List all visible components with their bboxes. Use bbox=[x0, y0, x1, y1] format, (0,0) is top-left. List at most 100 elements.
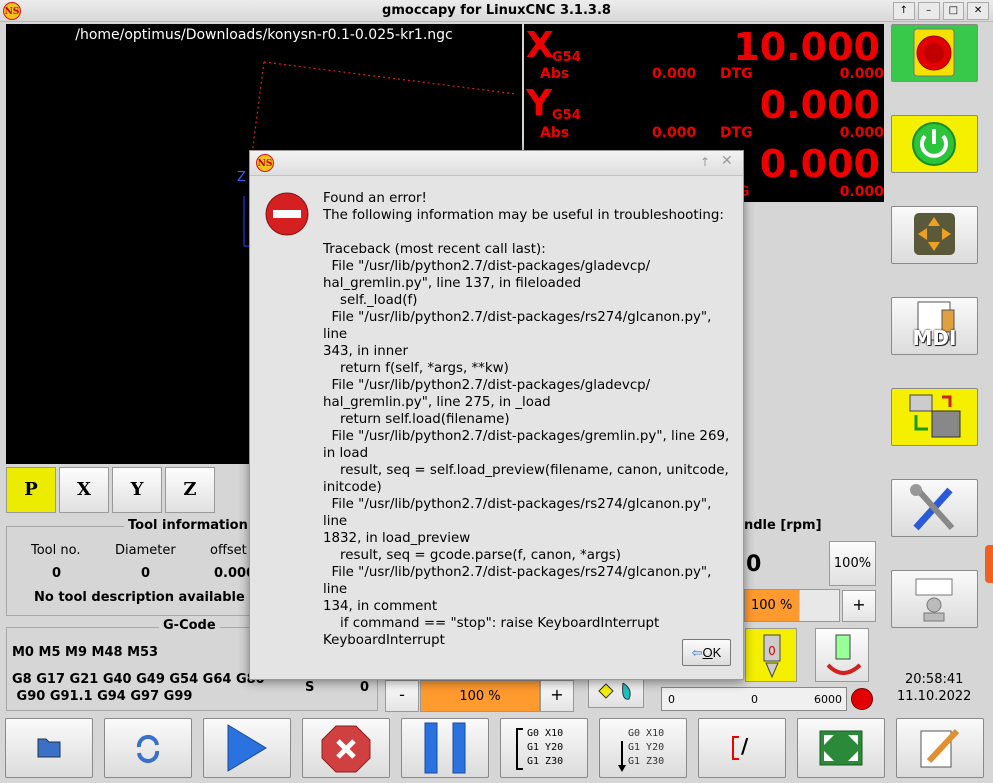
close-icon[interactable]: ✕ bbox=[967, 2, 989, 20]
spindle-s-label: S bbox=[305, 680, 315, 695]
machine-power-button[interactable] bbox=[891, 115, 978, 173]
dialog-close-icon[interactable]: ✕ bbox=[721, 153, 733, 169]
keep-above-icon[interactable]: ↑ bbox=[893, 2, 915, 20]
gcode-title: G-Code bbox=[159, 618, 220, 633]
title-bar: NS gmoccapy for LinuxCNC 3.1.3.8 bbox=[0, 0, 993, 22]
dro-x-value: 10.000 bbox=[733, 25, 880, 69]
spindle-forward-button[interactable]: 0 bbox=[745, 628, 797, 682]
pause-program-button[interactable] bbox=[401, 718, 489, 778]
tool-description: No tool description available bbox=[34, 590, 245, 605]
view-x-button[interactable]: X bbox=[59, 467, 109, 513]
error-dialog: NS ↑ ✕ Found an error! The following inf… bbox=[249, 150, 744, 680]
tool-no-value: 0 bbox=[52, 566, 62, 581]
feed-override-bar[interactable]: 100 % bbox=[420, 680, 540, 712]
skip-line-slash: / bbox=[741, 734, 749, 758]
open-file-button[interactable] bbox=[5, 718, 93, 778]
dro-y-dtg-label: DTG bbox=[720, 125, 753, 141]
view-z-button[interactable]: Z bbox=[165, 467, 215, 513]
stop-program-button[interactable] bbox=[302, 718, 390, 778]
dro-y-dtg-value: 0.000 bbox=[839, 125, 884, 141]
mdi-label: MDI bbox=[912, 326, 957, 350]
feed-plus-button[interactable]: + bbox=[540, 680, 574, 712]
coolant-icon bbox=[598, 682, 631, 700]
dialog-title-bar: NS ↑ ✕ bbox=[250, 151, 743, 176]
estop-icon bbox=[913, 28, 955, 77]
offset-header: offset bbox=[210, 543, 247, 558]
dro-x-letter: X bbox=[526, 25, 554, 66]
run-program-button[interactable] bbox=[203, 718, 291, 778]
jog-arrows-icon bbox=[914, 213, 955, 255]
clock-date: 11.10.2022 bbox=[897, 689, 972, 704]
spindle-title: ndle [rpm] bbox=[744, 518, 822, 533]
spindle-ccw-icon bbox=[826, 634, 862, 675]
minimize-icon[interactable]: – bbox=[917, 2, 940, 20]
view-p-button[interactable]: P bbox=[6, 467, 56, 513]
run-from-line-arrow-icon bbox=[618, 741, 626, 772]
stop-icon bbox=[321, 725, 371, 773]
dro-x-coord: G54 bbox=[552, 50, 581, 65]
maximize-icon[interactable]: □ bbox=[942, 2, 965, 20]
spindle-speed-bar: 0 0 6000 bbox=[661, 687, 847, 711]
window-controls: ↑ – □ ✕ bbox=[893, 2, 989, 20]
reload-file-button[interactable] bbox=[104, 718, 192, 778]
dro-x-dtg-value: 0.000 bbox=[839, 66, 884, 82]
svg-text:0: 0 bbox=[768, 644, 776, 658]
dro-z-dtg-value: 0.000 bbox=[839, 184, 884, 200]
spindle-100-button[interactable]: 100% bbox=[829, 541, 876, 586]
ok-label-rest: K bbox=[712, 644, 722, 660]
diameter-header: Diameter bbox=[115, 543, 176, 558]
spindle-bar-min: 0 bbox=[668, 693, 675, 706]
gcode-mcodes: M0 M5 M9 M48 M53 bbox=[12, 645, 159, 660]
dialog-logo: NS bbox=[256, 154, 274, 172]
spindle-override-text: 100 % bbox=[751, 598, 793, 613]
emergency-stop-button[interactable] bbox=[891, 24, 978, 82]
dro-z-value: 0.000 bbox=[759, 142, 880, 186]
error-message: Found an error! The following informatio… bbox=[323, 191, 730, 648]
spindle-reverse-button[interactable] bbox=[815, 628, 869, 682]
spindle-bar-max: 6000 bbox=[814, 693, 842, 706]
step-mode-button[interactable]: G0 X10 G1 Y20 G1 Z30 bbox=[500, 718, 588, 778]
fullscreen-icon bbox=[819, 730, 863, 766]
dro-y-abs-label: Abs bbox=[540, 125, 570, 141]
spindle-override-bar[interactable]: 100 % bbox=[744, 589, 840, 622]
tool-no-header: Tool no. bbox=[31, 543, 81, 558]
view-y-button[interactable]: Y bbox=[112, 467, 162, 513]
dro-y-abs-value: 0.000 bbox=[652, 125, 697, 141]
dro-y-letter: Y bbox=[526, 83, 553, 124]
folder-icon bbox=[37, 738, 61, 758]
window-title: gmoccapy for LinuxCNC 3.1.3.8 bbox=[382, 3, 611, 18]
gcode-gcodes-line1: G8 G17 G21 G40 G49 G54 G64 G80 bbox=[12, 672, 265, 687]
dro-x-dtg-label: DTG bbox=[720, 66, 753, 82]
dialog-keep-above-icon[interactable]: ↑ bbox=[700, 155, 710, 169]
spindle-at-speed-led bbox=[851, 688, 873, 710]
ok-button[interactable]: ⇦OK bbox=[682, 639, 731, 666]
auto-mode-button[interactable] bbox=[891, 388, 978, 446]
settings-button[interactable] bbox=[891, 479, 978, 537]
play-icon bbox=[227, 724, 267, 772]
gcode-abs-text: G0 X10 G1 Y20 G1 Z30 bbox=[527, 728, 564, 767]
tools-icon bbox=[910, 484, 955, 531]
feed-minus-button[interactable]: - bbox=[385, 680, 419, 712]
user-tabs-button[interactable] bbox=[891, 570, 978, 628]
mdi-mode-button[interactable]: MDI bbox=[891, 297, 978, 355]
error-icon bbox=[265, 192, 309, 236]
dro-x-abs-value: 0.000 bbox=[652, 66, 697, 82]
spindle-plus-button[interactable]: + bbox=[842, 590, 876, 622]
ok-mnemonic: O bbox=[702, 644, 713, 660]
tool-info-title: Tool information bbox=[124, 518, 252, 533]
power-icon bbox=[912, 122, 956, 166]
edit-program-button[interactable] bbox=[896, 718, 984, 778]
diameter-value: 0 bbox=[141, 566, 151, 581]
spindle-s-value: 0 bbox=[360, 680, 370, 695]
ok-arrow-icon: ⇦ bbox=[691, 644, 703, 660]
clock-time: 20:58:41 bbox=[905, 672, 964, 687]
gcode-gcodes-line2: G90 G91.1 G94 G97 G99 bbox=[12, 689, 193, 704]
run-from-line-button[interactable]: G0 X10 G1 Y20 G1 Z30 bbox=[599, 718, 687, 778]
z-axis-label: Z bbox=[237, 170, 246, 185]
fullscreen-button[interactable] bbox=[797, 718, 885, 778]
user-tabs-icon bbox=[915, 578, 953, 622]
spindle-speed-value: 0 bbox=[746, 552, 762, 577]
skip-line-button[interactable]: / bbox=[698, 718, 786, 778]
manual-mode-button[interactable] bbox=[891, 206, 978, 264]
spindle-cw-icon: 0 bbox=[763, 634, 781, 679]
